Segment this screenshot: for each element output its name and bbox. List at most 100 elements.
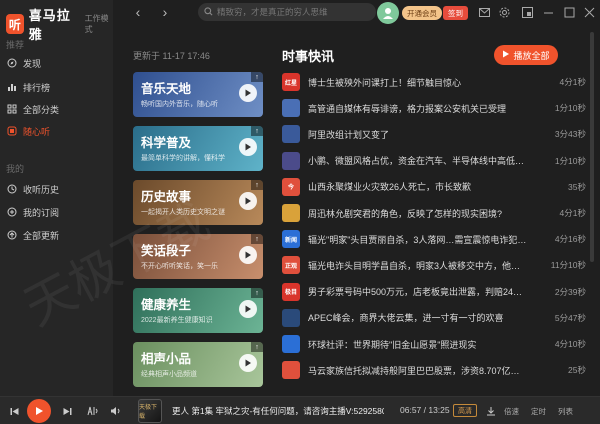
card-play-icon[interactable]	[239, 354, 257, 372]
category-card[interactable]: 笑话段子 不开心听听笑话，笑一乐 ↑	[133, 234, 263, 279]
news-item[interactable]: 周迅林允剧突君的角色，反映了怎样的现实困境? 4分1秒	[282, 203, 586, 223]
volume-icon[interactable]	[108, 404, 122, 418]
mode-label[interactable]: 工作模式	[85, 13, 113, 35]
maximize-icon[interactable]	[562, 5, 576, 19]
news-item[interactable]: 小鹏、微盟风格占优，资金在汽车、半导体线中高低切换 1分10秒	[282, 151, 586, 171]
mini-mode-icon[interactable]	[520, 5, 534, 19]
news-item[interactable]: 红星 博士生被殃外问课打上！细节触目惊心 4分1秒	[282, 72, 586, 92]
news-duration: 11分10秒	[550, 260, 586, 271]
card-play-icon[interactable]	[239, 192, 257, 210]
sidebar-item-updates[interactable]: 全部更新	[6, 225, 59, 245]
ranking-icon	[6, 82, 17, 93]
timer-button[interactable]: 定时	[531, 406, 546, 417]
scrollbar[interactable]	[590, 32, 594, 382]
avatar[interactable]	[377, 2, 399, 24]
news-title: 辐光"明家"头目贾丽自杀，3人落网…需宣震惊电诈犯…	[308, 234, 527, 245]
play-all-button[interactable]: 播放全部	[494, 45, 558, 65]
card-corner-icon: ↑	[251, 342, 263, 352]
news-item[interactable]: 正观 辐光电诈头目明学昌自杀，明家3人被移交中方，他们… 11分10秒	[282, 255, 586, 275]
news-item[interactable]: 新闻 辐光"明家"头目贾丽自杀，3人落网…需宣震惊电诈犯… 4分16秒	[282, 229, 586, 249]
history-icon	[6, 184, 17, 195]
news-duration: 2分39秒	[554, 286, 586, 297]
search-bar[interactable]	[198, 3, 376, 21]
card-play-icon[interactable]	[239, 138, 257, 156]
news-title: 高管通自媒体有辱诽谤，格力报案公安机关已受理	[308, 103, 507, 114]
news-item[interactable]: 高管通自媒体有辱诽谤，格力报案公安机关已受理 1分10秒	[282, 98, 586, 118]
news-item[interactable]: APEC峰会，商界大佬云集，进一寸有一寸的欢喜 5分47秒	[282, 308, 586, 328]
app-window: 听 喜马拉雅 工作模式 推荐 发现 排行榜 全部分类 随心听 我的 收听历史 我…	[0, 0, 600, 424]
news-thumbnail	[282, 335, 300, 353]
sidebar-item-history[interactable]: 收听历史	[6, 179, 59, 199]
news-item[interactable]: 今山西永聚煤业火灾致26人死亡，市长致歉 35秒	[282, 177, 586, 197]
vip-button[interactable]: 开通会员	[402, 6, 442, 20]
news-item[interactable]: 极目 男子彩票号码中500万元，店老板竟出泄露，判赔24万元… 2分39秒	[282, 282, 586, 302]
logo-icon: 听	[6, 14, 24, 34]
card-title: 相声小品	[141, 352, 192, 366]
play-all-label: 播放全部	[513, 50, 550, 61]
now-playing-title[interactable]: 更人 第1集 牢狱之灾-有任何问题，请咨询主播V:5292580…	[172, 405, 384, 417]
settings-icon[interactable]	[497, 5, 511, 19]
sidebar-item-ranking[interactable]: 排行榜	[6, 77, 50, 97]
sidebar-item-discover[interactable]: 发现	[6, 53, 41, 73]
news-duration: 4分1秒	[559, 77, 586, 87]
quality-button[interactable]: 高清	[453, 404, 477, 417]
sidebar-item-subscriptions[interactable]: 我的订阅	[6, 202, 59, 222]
ai-voice-icon[interactable]	[86, 404, 100, 418]
card-title: 健康养生	[141, 298, 192, 312]
playlist-button[interactable]: 列表	[558, 406, 573, 417]
grid-icon	[6, 104, 17, 115]
category-card[interactable]: 健康养生 2022最新养生健康知识 ↑	[133, 288, 263, 333]
card-subtitle: 一起揭开人类历史文明之谜	[141, 209, 225, 216]
card-play-icon[interactable]	[239, 300, 257, 318]
download-icon[interactable]	[484, 404, 498, 418]
category-card[interactable]: 科学普及 最简单科学的讲解，懂科学 ↑	[133, 126, 263, 171]
forward-icon[interactable]: ›	[157, 4, 173, 20]
news-duration: 4分16秒	[554, 234, 586, 245]
sidebar-item-label: 我的订阅	[23, 207, 60, 218]
category-card[interactable]: 历史故事 一起揭开人类历史文明之谜 ↑	[133, 180, 263, 225]
scrollbar-thumb[interactable]	[590, 32, 594, 262]
subscribe-icon	[6, 207, 17, 218]
card-subtitle: 畅听国内外音乐，随心听	[141, 101, 218, 108]
card-subtitle: 2022最新养生健康知识	[141, 317, 213, 324]
previous-icon[interactable]	[7, 404, 21, 418]
category-card[interactable]: 相声小品经典相声小品频道 ↑	[133, 342, 263, 387]
sidebar-item-shuffle-listen[interactable]: 随心听	[6, 121, 50, 141]
minimize-icon[interactable]	[541, 5, 555, 19]
card-play-icon[interactable]	[239, 246, 257, 264]
news-title: 博士生被殃外问课打上！细节触目惊心	[308, 77, 462, 88]
mail-icon[interactable]	[477, 5, 491, 19]
sidebar-item-label: 全部分类	[23, 104, 60, 115]
card-play-icon[interactable]	[239, 84, 257, 102]
news-duration: 25秒	[568, 365, 586, 376]
news-duration: 1分10秒	[554, 155, 586, 166]
search-input[interactable]	[217, 7, 367, 17]
compass-icon	[6, 58, 17, 69]
close-icon[interactable]	[582, 5, 596, 19]
news-item[interactable]: 阿里改组计划又变了 3分43秒	[282, 124, 586, 144]
play-pause-button[interactable]	[27, 399, 51, 423]
news-duration: 5分47秒	[554, 312, 586, 323]
search-icon	[204, 3, 213, 21]
speed-button[interactable]: 倍速	[504, 406, 519, 417]
card-corner-icon: ↑	[251, 180, 263, 190]
news-thumbnail	[282, 308, 300, 327]
card-subtitle: 最简单科学的讲解，懂科学	[141, 155, 225, 162]
now-playing-cover[interactable]: 天极下载	[138, 399, 162, 423]
section-title: 时事快讯	[282, 49, 335, 64]
next-icon[interactable]	[60, 404, 74, 418]
playback-time: 06:57 / 13:25	[400, 405, 450, 415]
sign-in-button[interactable]: 签到	[443, 6, 468, 20]
news-item[interactable]: 马云家族信托拟减持般阿里巴巴股票，涉资8.707亿美元 25秒	[282, 360, 586, 380]
section-mine-label: 我的	[6, 164, 25, 174]
news-thumbnail	[282, 125, 300, 144]
news-title: 阿里改组计划又变了	[308, 129, 390, 140]
news-duration: 3分43秒	[554, 129, 586, 140]
card-subtitle: 经典相声小品频道	[141, 371, 197, 378]
app-name: 喜马拉雅	[28, 8, 71, 42]
news-title: 小鹏、微盟风格占优，资金在汽车、半导体线中高低切换	[308, 156, 528, 167]
sidebar-item-categories[interactable]: 全部分类	[6, 99, 59, 119]
news-item[interactable]: 环球社评：世界期待"旧金山愿景"照进现实 4分10秒	[282, 334, 586, 354]
category-card[interactable]: 音乐天地 畅听国内外音乐，随心听 ↑	[133, 72, 263, 117]
back-icon[interactable]: ‹	[130, 4, 146, 20]
